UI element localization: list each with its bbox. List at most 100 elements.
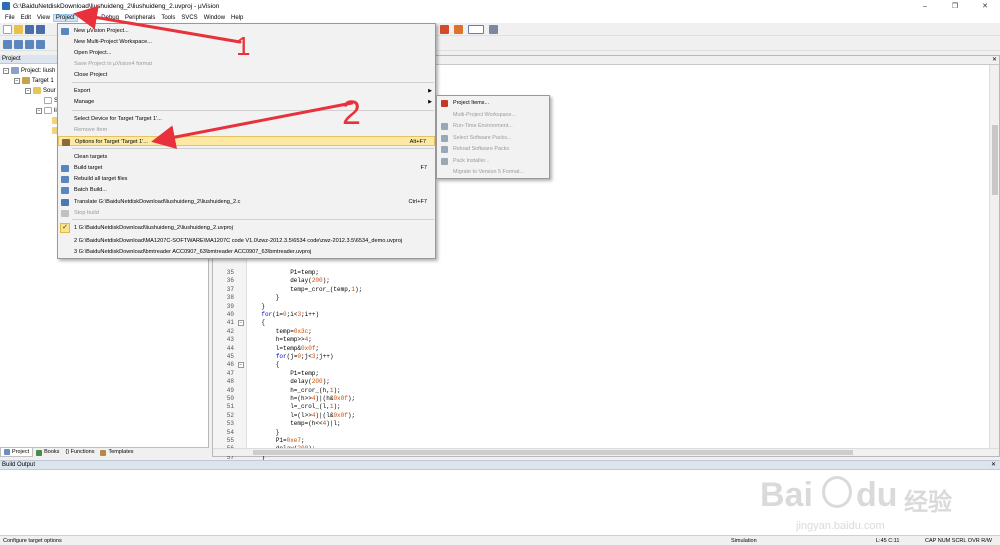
menu-view[interactable]: View [34, 14, 53, 22]
code-line[interactable]: { [247, 361, 280, 369]
menu-item-2-g-baidunetdiskdownload-ma1207c-softwar[interactable]: 2 G:\BaiduNetdiskDownload\MA1207C-SOFTWA… [58, 236, 435, 246]
save-icon[interactable] [25, 24, 34, 34]
menu-item-label: 2 G:\BaiduNetdiskDownload\MA1207C-SOFTWA… [74, 238, 403, 244]
debug-start-icon[interactable] [440, 25, 449, 34]
title-bar: G:\BaiduNetdiskDownload\liushuideng_2\li… [0, 0, 1000, 12]
menu-item-select-device-for-target-target-1[interactable]: Select Device for Target 'Target 1'... [58, 114, 435, 124]
menu-item-translate-g-baidunetdiskdownload-liushui[interactable]: Translate G:\BaiduNetdiskDownload\liushu… [58, 197, 435, 207]
menu-project[interactable]: Project [52, 13, 78, 22]
vertical-scrollbar[interactable] [989, 65, 999, 448]
fold-toggle-icon[interactable]: − [238, 362, 244, 369]
fold-toggle-icon[interactable]: − [238, 320, 244, 327]
code-line[interactable]: temp=_cror_(temp,1); [247, 286, 362, 294]
tab-project[interactable]: Project [0, 448, 34, 457]
save-all-icon[interactable] [36, 24, 45, 34]
manage-submenu: Project Items... Multi-Project Workspace.… [436, 95, 550, 179]
code-line[interactable]: P1=0xe7; [247, 437, 305, 445]
code-line[interactable]: P1=temp; [247, 370, 319, 378]
scroll-thumb[interactable] [253, 450, 853, 455]
menu-item-shortcut: Alt+F7 [409, 139, 426, 145]
submenu-item-pack-installer: Pack Installer... [437, 156, 549, 167]
build-output-close-icon[interactable]: ✕ [991, 461, 996, 468]
menu-window[interactable]: Window [201, 14, 228, 22]
menu-edit[interactable]: Edit [18, 14, 34, 22]
code-line[interactable]: temp=0x3c; [247, 328, 312, 336]
close-editor-icon[interactable]: ✕ [992, 56, 997, 63]
code-line[interactable]: for(j=0;j<3;j++) [247, 353, 334, 361]
menu-debug[interactable]: Debug [98, 14, 122, 22]
tab-functions[interactable]: {} Functions [62, 448, 97, 457]
tab-label: Templates [108, 449, 134, 455]
breakpoint-icon[interactable] [454, 25, 463, 34]
code-line[interactable]: P1=temp; [247, 269, 319, 277]
collapse-icon[interactable]: − [14, 77, 20, 84]
tab-books[interactable]: Books [33, 448, 62, 457]
line-number: 41 [226, 319, 234, 327]
code-line[interactable]: delay(200); [247, 378, 330, 386]
tree-file-main[interactable]: − li [36, 106, 57, 115]
menu-item-build-target[interactable]: Build target F7 [58, 163, 435, 173]
build-toolbar-icon[interactable] [14, 39, 23, 49]
menu-item-close-project[interactable]: Close Project [58, 70, 435, 80]
submenu-item-migrate-to-version-5-format: Migrate to Version 5 Format... [437, 167, 549, 178]
submenu-item-label: Multi-Project Workspace... [453, 111, 516, 118]
menu-file[interactable]: File [2, 14, 18, 22]
open-file-icon[interactable] [14, 24, 23, 34]
code-line[interactable]: h=(h>>4)|(h&0x0f); [247, 395, 355, 403]
collapse-icon[interactable]: − [36, 107, 42, 114]
menu-item-manage[interactable]: Manage ▶ [58, 97, 435, 107]
minimize-button[interactable]: – [910, 0, 940, 12]
code-line[interactable]: h=temp>>4; [247, 336, 312, 344]
configure-icon[interactable] [489, 25, 498, 34]
tree-target[interactable]: − Target 1 [14, 76, 54, 85]
menu-item-open-project[interactable]: Open Project... [58, 48, 435, 58]
menu-item-1-g-baidunetdiskdownload-liushuideng-2-l[interactable]: ✓ 1 G:\BaiduNetdiskDownload\liushuideng_2… [58, 223, 435, 233]
collapse-icon[interactable]: − [3, 67, 9, 74]
code-line[interactable]: } [247, 303, 265, 311]
code-line[interactable]: l=_crol_(l,1); [247, 403, 340, 411]
tree-project-root[interactable]: − Project: liush [3, 66, 55, 75]
menu-help[interactable]: Help [228, 14, 246, 22]
menu-flash[interactable]: Flash [78, 14, 99, 22]
menu-tools[interactable]: Tools [158, 14, 178, 22]
menu-svcs[interactable]: SVCS [178, 14, 200, 22]
menu-item-new-multi-project-workspace[interactable]: New Multi-Project Workspace... [58, 37, 435, 47]
menu-item-3-g-baidunetdiskdownload-bmtreader-acc09[interactable]: 3 G:\BaiduNetdiskDownload\bmtreader ACC0… [58, 247, 435, 257]
translate-toolbar-icon[interactable] [3, 39, 12, 49]
code-line[interactable]: l=(l>>4)|(l&0x0f); [247, 412, 355, 420]
code-line[interactable]: } [247, 429, 280, 437]
menu-item-clean-targets[interactable]: Clean targets [58, 152, 435, 162]
tree-file-startup[interactable]: S [44, 96, 58, 105]
menu-item-options-for-target-target-1[interactable]: Options for Target 'Target 1'... Alt+F7 [58, 136, 435, 146]
status-cursor-position: L:45 C:11 [876, 538, 900, 544]
tab-templates[interactable]: Templates [97, 448, 136, 457]
window-layout-icon[interactable] [468, 25, 484, 34]
menu-peripherals[interactable]: Peripherals [122, 14, 158, 22]
menu-item-rebuild-all-target-files[interactable]: Rebuild all target files [58, 174, 435, 184]
runtime-env-icon [441, 123, 448, 130]
build-output-pane[interactable] [0, 469, 1000, 535]
rebuild-toolbar-icon[interactable] [25, 39, 34, 49]
submenu-item-project-items[interactable]: Project Items... [437, 98, 549, 109]
submenu-item-label: Reload Software Packs [453, 146, 510, 152]
code-line[interactable]: temp=(h<<4)|l; [247, 420, 340, 428]
menu-item-shortcut: F7 [420, 165, 427, 171]
code-line[interactable]: l=temp&0x0f; [247, 345, 319, 353]
code-line[interactable]: for(i=0;i<3;i++) [247, 311, 319, 319]
horizontal-scrollbar[interactable] [213, 448, 999, 456]
scroll-thumb[interactable] [992, 125, 998, 195]
close-button[interactable]: ✕ [970, 0, 1000, 12]
code-line[interactable]: delay(200); [247, 277, 330, 285]
menu-item-batch-build[interactable]: Batch Build... [58, 185, 435, 195]
restore-button[interactable]: ❐ [940, 0, 970, 12]
menu-bar: File Edit View Project Flash Debug Perip… [0, 12, 1000, 23]
batch-build-toolbar-icon[interactable] [36, 39, 45, 49]
menu-item-new-vision-project[interactable]: New µVision Project... [58, 26, 435, 36]
new-file-icon[interactable] [3, 24, 12, 34]
tree-source-group[interactable]: − Sour [25, 86, 56, 95]
menu-item-export[interactable]: Export ▶ [58, 86, 435, 96]
collapse-icon[interactable]: − [25, 87, 31, 94]
code-line[interactable]: } [247, 294, 280, 302]
code-line[interactable]: h=_cror_(h,1); [247, 387, 340, 395]
code-line[interactable]: { [247, 319, 265, 327]
